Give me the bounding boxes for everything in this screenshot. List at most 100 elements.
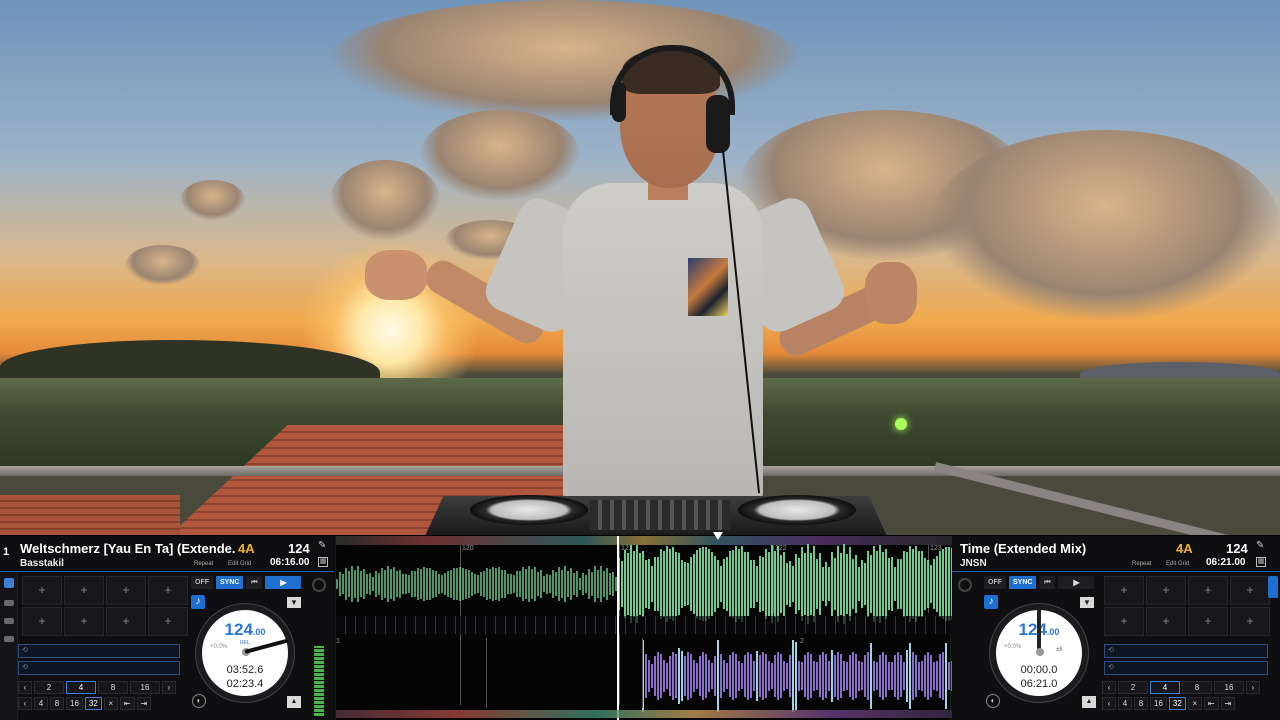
edit-grid-button[interactable]: Edit Grid: [228, 561, 251, 567]
saved-loop-slot[interactable]: ⟲: [1104, 661, 1268, 675]
saved-loop-slot[interactable]: ⟲: [18, 644, 180, 658]
waveform-panel[interactable]: 120 121 122 123 1 2: [335, 532, 953, 720]
hotcue-pad[interactable]: +: [22, 576, 62, 605]
waveform-bar: [486, 568, 488, 600]
loop-size[interactable]: 16: [130, 681, 160, 694]
deck-side-tab[interactable]: [1268, 576, 1278, 598]
hotcue-pad[interactable]: +: [1104, 607, 1144, 636]
waveform-bar: [420, 569, 422, 599]
close-icon[interactable]: ×: [1187, 697, 1202, 710]
grid-icon[interactable]: ▦: [318, 557, 328, 567]
hotcue-pad[interactable]: +: [64, 576, 104, 605]
loop-size[interactable]: 16: [1214, 681, 1244, 694]
beatjump-size[interactable]: 8: [1134, 697, 1148, 710]
waveform-bar: [840, 553, 842, 615]
gain-knob[interactable]: [958, 578, 972, 592]
cue-icon[interactable]: ⏮: [1039, 576, 1056, 589]
hotcue-pad[interactable]: +: [1230, 576, 1270, 605]
loop-mode-icon[interactable]: [3, 636, 14, 642]
eject-icon[interactable]: ▲: [287, 696, 301, 708]
loop-size[interactable]: 2: [34, 681, 64, 694]
keylock-off-button[interactable]: OFF: [191, 576, 213, 589]
hotcue-pad[interactable]: +: [1104, 576, 1144, 605]
jog-wheel[interactable]: 124.00 REL +0.0% 03:52.6 02:23.4: [196, 604, 294, 702]
slip-icon[interactable]: ◐: [192, 694, 206, 708]
track-title[interactable]: Weltschmerz [Yau En Ta] (Extende...: [20, 541, 235, 556]
beatjump-size[interactable]: 32: [1168, 697, 1186, 710]
jump-forward-icon[interactable]: ⇥: [136, 697, 152, 710]
waveform-bar: [828, 567, 830, 601]
gain-knob[interactable]: [312, 578, 326, 592]
eject-icon[interactable]: ▲: [1082, 696, 1096, 708]
hotcue-pad[interactable]: +: [22, 607, 62, 636]
waveform-bar: [444, 573, 446, 595]
hotcue-pad[interactable]: +: [1146, 576, 1186, 605]
saved-loop-slot[interactable]: ⟲: [18, 661, 180, 675]
hotcue-pad[interactable]: +: [1230, 607, 1270, 636]
close-icon[interactable]: ×: [103, 697, 118, 710]
next-arrow-icon[interactable]: ›: [162, 681, 176, 694]
music-note-icon[interactable]: ♪: [191, 595, 205, 609]
track-overview-bottom[interactable]: [336, 710, 952, 718]
prev-arrow-icon[interactable]: ‹: [18, 697, 32, 710]
sampler-mode-icon[interactable]: [3, 618, 14, 624]
beatjump-size[interactable]: 16: [1150, 697, 1167, 710]
repeat-button[interactable]: Repeat: [1132, 561, 1151, 567]
next-arrow-icon[interactable]: ›: [1246, 681, 1260, 694]
hotcue-pad[interactable]: +: [148, 576, 188, 605]
prev-arrow-icon[interactable]: ‹: [1102, 697, 1116, 710]
loop-size[interactable]: 2: [1118, 681, 1148, 694]
hotcue-mode-icon[interactable]: [3, 578, 14, 588]
hotcue-pad[interactable]: +: [106, 607, 146, 636]
prev-arrow-icon[interactable]: ‹: [1102, 681, 1116, 694]
music-note-icon[interactable]: ♪: [984, 595, 998, 609]
edit-grid-button[interactable]: Edit Grid: [1166, 561, 1189, 567]
sync-button[interactable]: SYNC: [216, 576, 244, 589]
waveform-bar: [531, 569, 533, 599]
hotcue-pad[interactable]: +: [148, 607, 188, 636]
jog-wheel[interactable]: 124.00 +0.0% ±8 00:00.0 06:21.0: [990, 604, 1088, 702]
beatjump-size[interactable]: 4: [1118, 697, 1132, 710]
chevron-down-icon[interactable]: ▼: [287, 597, 301, 608]
waveform-bar: [903, 551, 905, 617]
pencil-icon[interactable]: ✎: [1256, 540, 1266, 551]
prev-arrow-icon[interactable]: ‹: [18, 681, 32, 694]
waveform-bar: [723, 660, 725, 692]
waveform-bar: [834, 655, 836, 697]
sync-button[interactable]: SYNC: [1009, 576, 1037, 589]
chevron-down-icon[interactable]: ▼: [1080, 597, 1094, 608]
deck-left-waveform[interactable]: [336, 544, 953, 624]
waveform-bar: [771, 545, 773, 623]
pencil-icon[interactable]: ✎: [318, 540, 328, 551]
play-icon[interactable]: ▶: [1058, 576, 1095, 589]
track-overview-top[interactable]: [336, 536, 952, 545]
track-title[interactable]: Time (Extended Mix): [960, 541, 1175, 556]
hotcue-pad[interactable]: +: [106, 576, 146, 605]
hotcue-pad[interactable]: +: [1188, 576, 1228, 605]
hotcue-pad[interactable]: +: [1146, 607, 1186, 636]
loop-size[interactable]: 8: [1182, 681, 1212, 694]
beatjump-size[interactable]: 4: [34, 697, 48, 710]
jump-forward-icon[interactable]: ⇥: [1220, 697, 1236, 710]
waveform-bar: [864, 655, 866, 697]
repeat-button[interactable]: Repeat: [194, 561, 213, 567]
hotcue-pad[interactable]: +: [64, 607, 104, 636]
waveform-bar: [465, 569, 467, 599]
saved-loop-slot[interactable]: ⟲: [1104, 644, 1268, 658]
grid-icon[interactable]: ▦: [1256, 557, 1266, 567]
keylock-off-button[interactable]: OFF: [984, 576, 1006, 589]
beatjump-size[interactable]: 8: [50, 697, 64, 710]
beatjump-size[interactable]: 16: [66, 697, 83, 710]
loop-size[interactable]: 4: [1150, 681, 1180, 694]
slip-icon[interactable]: ◐: [986, 694, 1000, 708]
jump-back-icon[interactable]: ⇤: [1203, 697, 1219, 710]
jump-back-icon[interactable]: ⇤: [119, 697, 135, 710]
beatjump-size[interactable]: 32: [84, 697, 102, 710]
deck-right-waveform[interactable]: 1 2: [336, 638, 953, 712]
hotcue-pad[interactable]: +: [1188, 607, 1228, 636]
loop-size[interactable]: 8: [98, 681, 128, 694]
roll-mode-icon[interactable]: [3, 600, 14, 606]
cue-icon[interactable]: ⏮: [246, 576, 263, 589]
play-icon[interactable]: ▶: [265, 576, 302, 589]
loop-size[interactable]: 4: [66, 681, 96, 694]
